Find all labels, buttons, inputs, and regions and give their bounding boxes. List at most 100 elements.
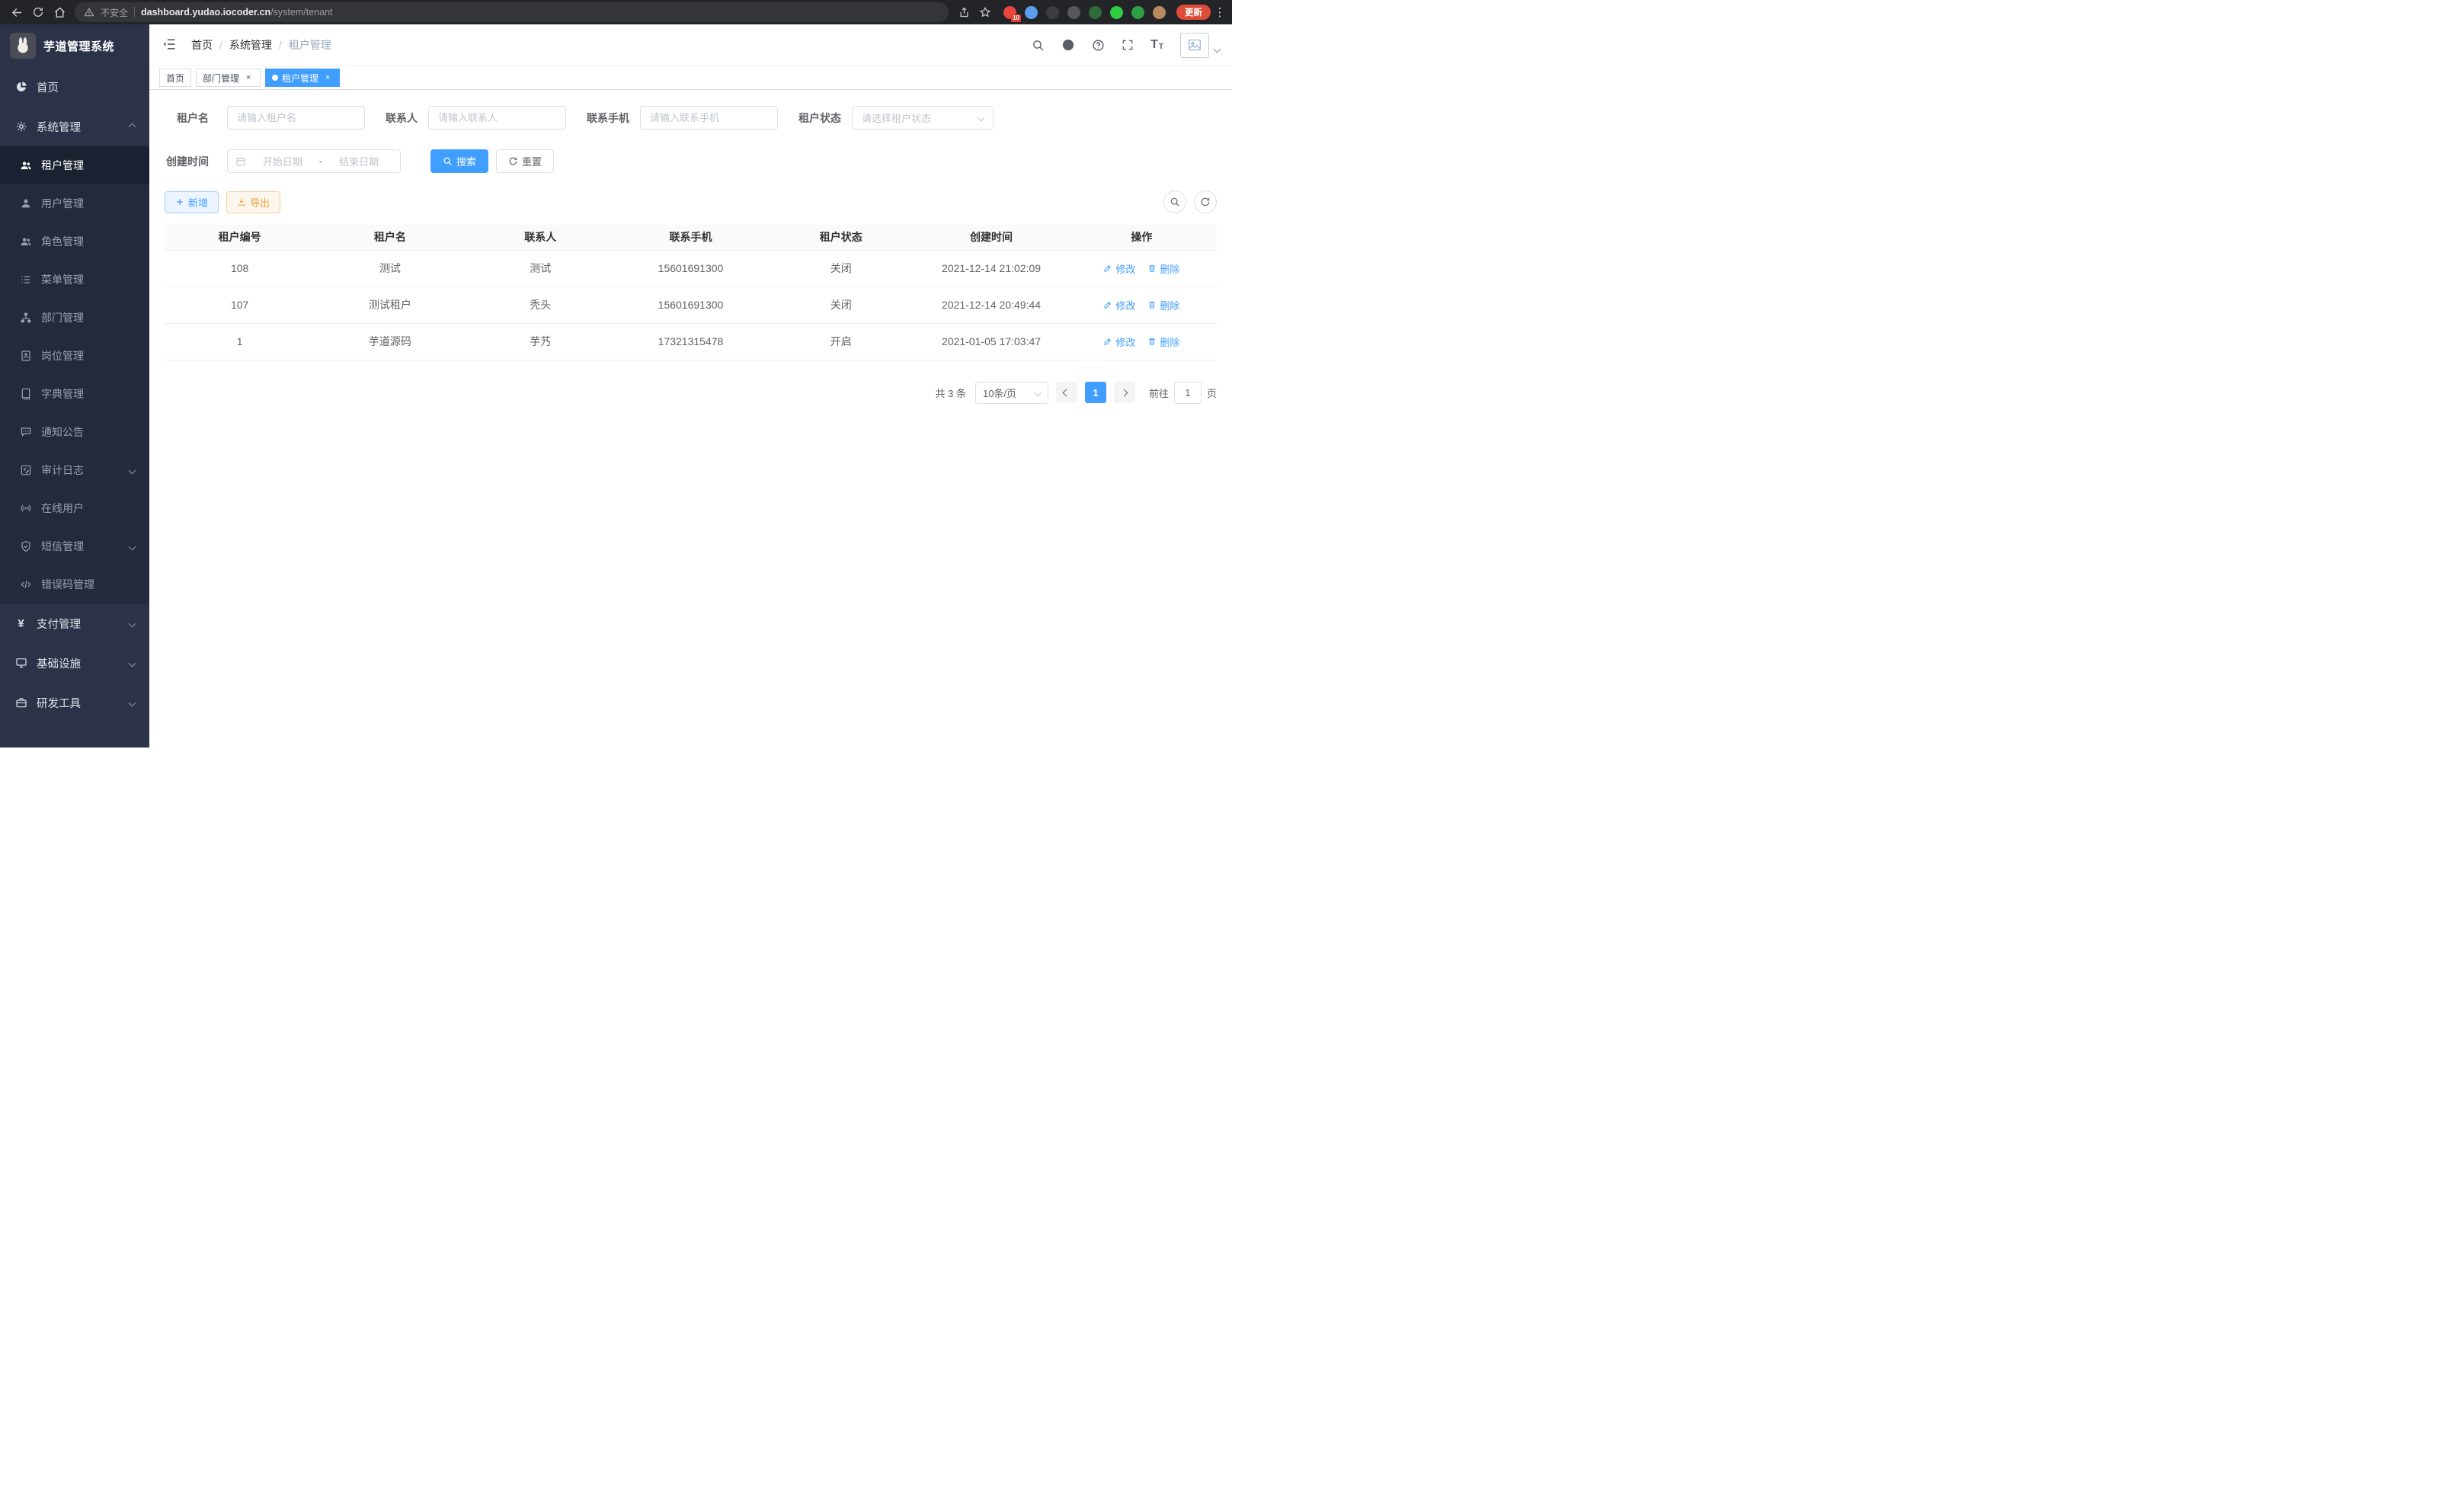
search-icon[interactable] (1032, 39, 1045, 52)
browser-back-button[interactable] (6, 2, 27, 23)
breadcrumb-section[interactable]: 系统管理 (229, 37, 272, 53)
date-range-picker[interactable]: 开始日期 - 结束日期 (227, 149, 401, 173)
shield-icon (19, 540, 32, 553)
org-tree-icon (19, 312, 32, 325)
briefcase-icon (14, 696, 27, 709)
sidebar-item-tenant[interactable]: 租户管理 (0, 146, 149, 184)
sidebar-collapse-icon[interactable] (162, 37, 178, 53)
sidebar-item-notice[interactable]: 通知公告 (0, 413, 149, 451)
close-icon[interactable]: × (322, 72, 333, 83)
page-url: dashboard.yudao.iocoder.cn/system/tenant (141, 7, 332, 18)
sidebar-item-infra[interactable]: 基础设施 (0, 643, 149, 683)
page-number-button[interactable]: 1 (1085, 382, 1106, 403)
search-button[interactable]: 搜索 (430, 149, 488, 173)
column-header-actions: 操作 (1067, 225, 1217, 250)
refresh-icon[interactable] (1194, 190, 1217, 213)
avatar (1180, 33, 1209, 58)
sidebar-item-role[interactable]: 角色管理 (0, 222, 149, 261)
help-icon[interactable] (1092, 39, 1105, 52)
app-logo: 芋道管理系统 (0, 24, 149, 67)
reset-button[interactable]: 重置 (496, 149, 554, 173)
column-header-contact: 联系人 (466, 225, 616, 250)
sidebar-item-menu[interactable]: 菜单管理 (0, 261, 149, 299)
date-end-placeholder: 结束日期 (325, 154, 392, 168)
sidebar-item-label: 角色管理 (41, 234, 84, 249)
close-icon[interactable]: × (243, 72, 254, 83)
toggle-search-icon[interactable] (1163, 190, 1186, 213)
delete-link[interactable]: 删除 (1147, 298, 1179, 312)
prev-page-button[interactable] (1056, 382, 1077, 403)
page-size-select[interactable]: 10条/页 (975, 382, 1048, 404)
sidebar-item-post[interactable]: 岗位管理 (0, 337, 149, 375)
page-unit-label: 页 (1207, 386, 1217, 400)
sidebar-item-label: 短信管理 (41, 539, 84, 554)
sidebar-item-audit-log[interactable]: 审计日志 (0, 451, 149, 489)
user-avatar-dropdown[interactable] (1180, 33, 1220, 58)
sidebar-item-error-code[interactable]: 错误码管理 (0, 565, 149, 603)
github-icon[interactable] (1061, 38, 1075, 52)
sidebar-item-dept[interactable]: 部门管理 (0, 299, 149, 337)
sidebar-item-system[interactable]: 系统管理 (0, 107, 149, 146)
sidebar-item-label: 系统管理 (37, 119, 81, 135)
cell-tenant-id: 108 (165, 250, 315, 287)
delete-link[interactable]: 删除 (1147, 261, 1179, 276)
extension-icon[interactable]: 10 (1003, 6, 1016, 19)
chevron-down-icon (129, 466, 136, 474)
sidebar-item-label: 部门管理 (41, 310, 84, 325)
sidebar-item-home[interactable]: 首页 (0, 67, 149, 107)
cell-actions: 修改删除 (1067, 250, 1217, 287)
browser-update-button[interactable]: 更新 (1176, 5, 1211, 20)
next-page-button[interactable] (1114, 382, 1135, 403)
bookmark-star-icon[interactable] (974, 2, 996, 23)
sidebar-item-label: 研发工具 (37, 695, 81, 711)
sidebar-item-label: 首页 (37, 79, 59, 95)
user-icon (19, 197, 32, 210)
tab-home[interactable]: 首页 (159, 69, 191, 87)
breadcrumb-home[interactable]: 首页 (191, 37, 213, 53)
edit-link[interactable]: 修改 (1103, 335, 1135, 349)
sidebar-item-payment[interactable]: ¥ 支付管理 (0, 603, 149, 643)
edit-link[interactable]: 修改 (1103, 261, 1135, 276)
cell-contact: 测试 (466, 250, 616, 287)
contact-input[interactable] (438, 112, 556, 123)
extension-icon[interactable] (1025, 6, 1038, 19)
extension-icon[interactable] (1067, 6, 1080, 19)
browser-home-button[interactable] (49, 2, 70, 23)
table-row: 108 测试 测试 15601691300 关闭 2021-12-14 21:0… (165, 250, 1217, 287)
browser-reload-button[interactable] (27, 2, 49, 23)
table-header-row: 租户编号 租户名 联系人 联系手机 租户状态 创建时间 操作 (165, 225, 1217, 250)
contact-label: 联系人 (386, 110, 428, 126)
tab-label: 租户管理 (282, 72, 318, 85)
sidebar-item-user[interactable]: 用户管理 (0, 184, 149, 222)
extension-icon[interactable] (1110, 6, 1123, 19)
sidebar: 芋道管理系统 首页 系统管理 租户管理 用户管理 (0, 24, 149, 748)
chevron-down-icon (129, 659, 136, 667)
profile-avatar[interactable] (1153, 6, 1166, 19)
sidebar-item-dict[interactable]: 字典管理 (0, 375, 149, 413)
tenant-name-input[interactable] (237, 112, 355, 123)
extension-icon[interactable] (1046, 6, 1059, 19)
sidebar-item-dev-tools[interactable]: 研发工具 (0, 683, 149, 722)
goto-page-input[interactable] (1174, 382, 1202, 404)
security-label: 不安全 (101, 6, 128, 19)
font-size-icon[interactable]: TT (1150, 39, 1163, 51)
extension-icon[interactable] (1131, 6, 1144, 19)
delete-link[interactable]: 删除 (1147, 335, 1179, 349)
tab-tenant[interactable]: 租户管理 × (265, 69, 340, 87)
share-icon[interactable] (953, 2, 974, 23)
filter-phone: 联系手机 (587, 106, 778, 130)
address-bar[interactable]: 不安全 dashboard.yudao.iocoder.cn/system/te… (75, 2, 949, 22)
system-submenu: 租户管理 用户管理 角色管理 菜单管理 部门管理 (0, 146, 149, 603)
export-button[interactable]: 导出 (226, 191, 280, 213)
fullscreen-icon[interactable] (1122, 39, 1134, 51)
tab-dept[interactable]: 部门管理 × (196, 69, 261, 87)
status-select[interactable]: 请选择租户状态 (852, 106, 994, 130)
phone-input[interactable] (650, 112, 768, 123)
sidebar-item-online-user[interactable]: 在线用户 (0, 489, 149, 527)
breadcrumb: 首页 / 系统管理 / 租户管理 (191, 37, 331, 53)
browser-menu-icon[interactable]: ⋮ (1214, 5, 1226, 19)
edit-link[interactable]: 修改 (1103, 298, 1135, 312)
extension-icon[interactable] (1089, 6, 1102, 19)
sidebar-item-sms[interactable]: 短信管理 (0, 527, 149, 565)
add-button[interactable]: 新增 (165, 191, 219, 213)
